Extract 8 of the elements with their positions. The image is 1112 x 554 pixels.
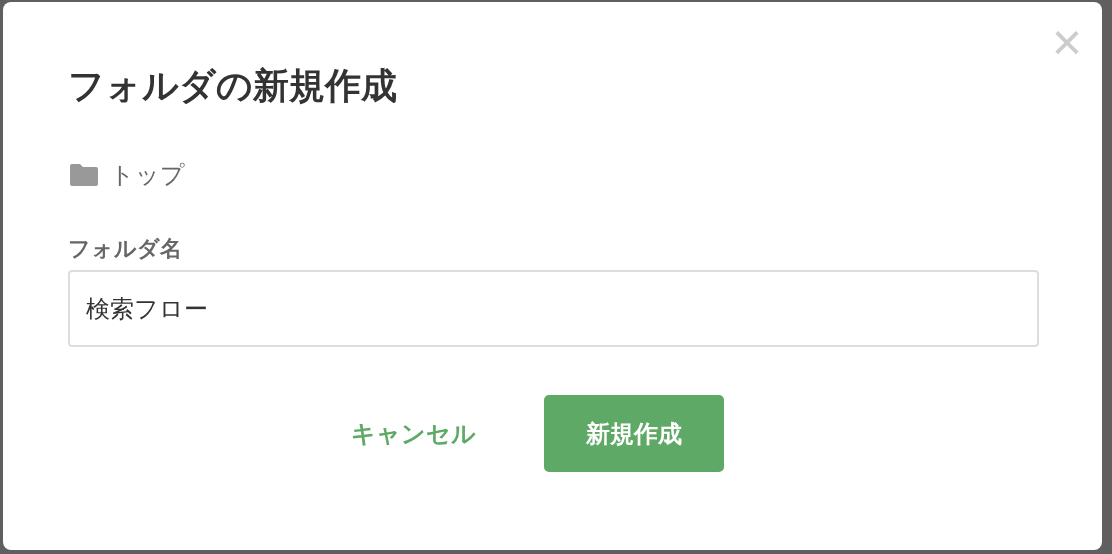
dialog-title: フォルダの新規作成	[68, 64, 398, 108]
close-button[interactable]: ×	[1051, 16, 1082, 68]
breadcrumb-link[interactable]: トップ	[110, 157, 185, 193]
cancel-button[interactable]: キャンセル	[351, 395, 476, 472]
folder-name-field[interactable]: 検索フロー	[68, 270, 1039, 347]
create-button[interactable]: 新規作成	[544, 395, 724, 472]
field-label: フォルダ名	[68, 235, 183, 263]
folder-icon	[70, 164, 98, 186]
